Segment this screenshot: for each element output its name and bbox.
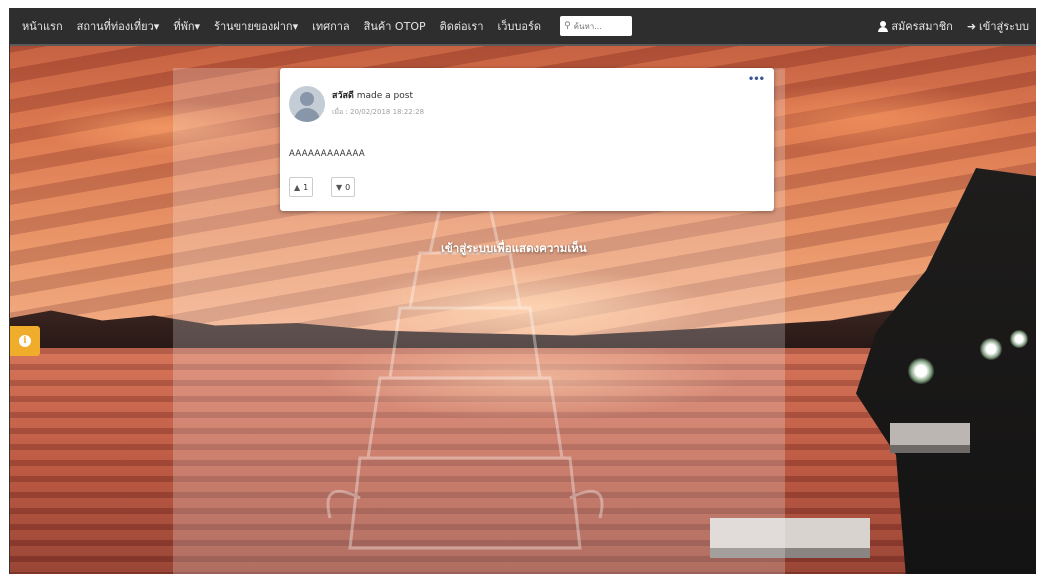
background-lamp <box>980 338 1002 360</box>
page-frame: หน้าแรก สถานที่ท่องเที่ยว▾ ที่พัก▾ ร้านข… <box>9 8 1036 574</box>
magnifier-icon: ⚲ <box>564 21 571 31</box>
search-input[interactable] <box>570 21 626 31</box>
post-content: AAAAAAAAAAAA <box>289 149 365 159</box>
user-icon <box>878 20 889 32</box>
nav-contact[interactable]: ติดต่อเรา <box>433 17 491 35</box>
background-lamp <box>908 358 934 384</box>
nav-festivals[interactable]: เทศกาล <box>305 17 357 35</box>
nav-home[interactable]: หน้าแรก <box>10 17 70 35</box>
post-card: สวัสดี made a post เมื่อ : 20/02/2018 18… <box>280 68 774 211</box>
like-button[interactable]: ▲ 1 <box>289 177 314 197</box>
info-button[interactable]: i <box>10 326 40 356</box>
info-icon: i <box>19 335 31 347</box>
nav-souvenir-shops[interactable]: ร้านขายของฝาก▾ <box>207 17 305 35</box>
nav-attractions[interactable]: สถานที่ท่องเที่ยว▾ <box>70 17 167 35</box>
chevron-down-icon: ▾ <box>292 20 299 33</box>
post-author-line: สวัสดี made a post <box>332 88 413 102</box>
sign-in-icon: ➜ <box>966 19 977 33</box>
register-link[interactable]: สมัครสมาชิก <box>866 17 960 35</box>
login-to-comment-link[interactable]: เข้าสู่ระบบเพื่อแสดงความเห็น <box>441 240 587 258</box>
background-railing <box>890 423 970 445</box>
nav-webboard[interactable]: เว็บบอร์ด <box>491 17 549 35</box>
background-lamp <box>1010 330 1028 348</box>
dislike-button[interactable]: ▼ 0 <box>331 177 356 197</box>
nav-account: สมัครสมาชิก ➜ เข้าสู่ระบบ <box>866 17 1036 35</box>
chevron-down-icon: ▾ <box>194 20 201 33</box>
post-author[interactable]: สวัสดี <box>332 91 354 101</box>
login-link[interactable]: ➜ เข้าสู่ระบบ <box>960 17 1036 35</box>
post-action: made a post <box>356 91 413 101</box>
nav-accommodation[interactable]: ที่พัก▾ <box>166 17 207 35</box>
search-box[interactable]: ⚲ <box>560 16 633 36</box>
more-options-icon[interactable]: ••• <box>748 74 765 85</box>
top-navbar: หน้าแรก สถานที่ท่องเที่ยว▾ ที่พัก▾ ร้านข… <box>10 8 1036 46</box>
avatar <box>289 86 325 122</box>
thumbs-down-icon: ▼ <box>336 182 343 192</box>
post-date: เมื่อ : 20/02/2018 18:22:28 <box>332 108 425 116</box>
nav-otop-products[interactable]: สินค้า OTOP <box>357 17 433 35</box>
like-count: 1 <box>303 182 309 192</box>
thumbs-up-icon: ▲ <box>294 182 301 192</box>
chevron-down-icon: ▾ <box>153 20 160 33</box>
dislike-count: 0 <box>345 182 351 192</box>
